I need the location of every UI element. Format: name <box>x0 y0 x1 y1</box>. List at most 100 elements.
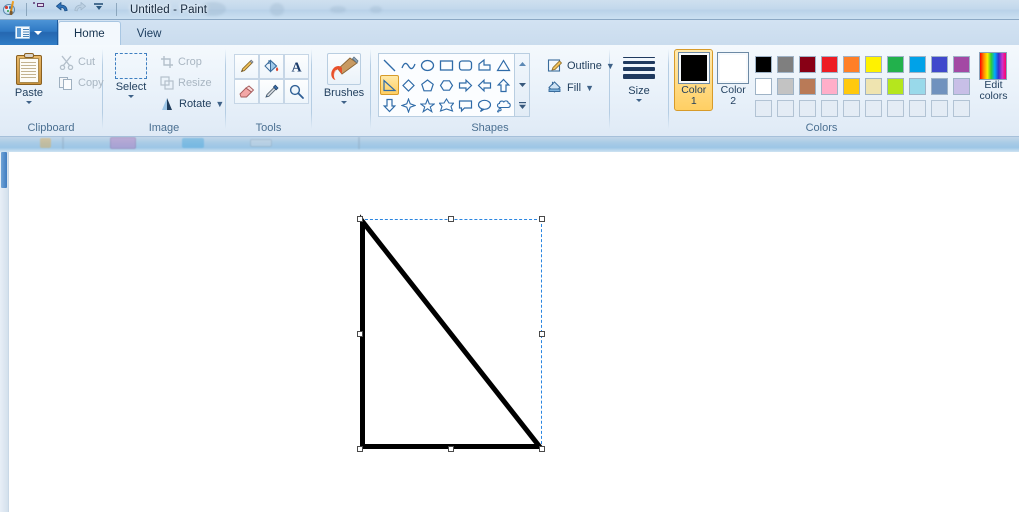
oval-shape[interactable] <box>418 55 437 75</box>
color-palette <box>753 53 973 119</box>
line-shape[interactable] <box>380 55 399 75</box>
down-arrow-shape[interactable] <box>380 95 399 115</box>
crop-button[interactable]: Crop <box>155 52 229 72</box>
paste-button[interactable]: Paste <box>6 50 52 107</box>
group-label-clipboard: Clipboard <box>27 122 75 134</box>
right-triangle-shape[interactable] <box>380 75 399 95</box>
size-button[interactable]: Size <box>615 50 663 105</box>
palette-swatch-r2-c5[interactable] <box>841 75 863 97</box>
palette-swatch-r3-c5[interactable] <box>841 97 863 119</box>
polygon-shape[interactable] <box>475 55 494 75</box>
five-point-star-shape[interactable] <box>418 95 437 115</box>
left-arrow-shape[interactable] <box>475 75 494 95</box>
palette-swatch-r1-c10[interactable] <box>951 53 973 75</box>
fill-tool[interactable] <box>259 54 284 79</box>
palette-swatch-r2-c8[interactable] <box>907 75 929 97</box>
palette-swatch-r1-c8[interactable] <box>907 53 929 75</box>
palette-swatch-r2-c10[interactable] <box>951 75 973 97</box>
select-button[interactable]: Select <box>108 50 154 101</box>
four-point-star-shape[interactable] <box>399 95 418 115</box>
customize-qat-icon[interactable] <box>93 1 110 18</box>
resize-button[interactable]: Resize <box>155 73 229 93</box>
palette-swatch-r2-c3[interactable] <box>797 75 819 97</box>
hexagon-shape[interactable] <box>437 75 456 95</box>
rotate-button[interactable]: Rotate ▼ <box>155 94 229 114</box>
resize-handle-nw[interactable] <box>357 216 363 222</box>
palette-swatch-r1-c6[interactable] <box>863 53 885 75</box>
palette-swatch-r1-c9[interactable] <box>929 53 951 75</box>
resize-handle-n[interactable] <box>448 216 454 222</box>
palette-swatch-r2-c6[interactable] <box>863 75 885 97</box>
copy-button[interactable]: Copy <box>54 73 109 93</box>
palette-swatch-r1-c7[interactable] <box>885 53 907 75</box>
palette-swatch-r3-c10[interactable] <box>951 97 973 119</box>
save-icon[interactable] <box>33 1 50 18</box>
up-arrow-shape[interactable] <box>494 75 513 95</box>
rounded-callout-shape[interactable] <box>456 95 475 115</box>
cut-label: Cut <box>78 56 96 68</box>
pentagon-shape[interactable] <box>418 75 437 95</box>
gallery-scroll-up-button[interactable] <box>515 54 529 75</box>
rectangle-shape[interactable] <box>437 55 456 75</box>
color1-button[interactable]: Color 1 <box>674 49 714 111</box>
palette-swatch-r2-c9[interactable] <box>929 75 951 97</box>
resize-handle-e[interactable] <box>539 331 545 337</box>
resize-handle-sw[interactable] <box>357 446 363 452</box>
gallery-scroll-down-button[interactable] <box>515 75 529 96</box>
brushes-button[interactable]: Brushes <box>318 50 370 107</box>
triangle-shape[interactable] <box>494 55 513 75</box>
palette-swatch-r1-c5[interactable] <box>841 53 863 75</box>
magnifier-tool[interactable] <box>284 79 309 104</box>
resize-handle-se[interactable] <box>539 446 545 452</box>
drawing-canvas[interactable] <box>10 152 1019 512</box>
glass-reflection <box>330 6 346 13</box>
pencil-tool[interactable] <box>234 54 259 79</box>
resize-handle-ne[interactable] <box>539 216 545 222</box>
rounded-rectangle-shape[interactable] <box>456 55 475 75</box>
undo-icon[interactable] <box>53 1 70 18</box>
palette-swatch-r3-c3[interactable] <box>797 97 819 119</box>
fill-button[interactable]: Fill ▼ <box>542 78 620 98</box>
palette-swatch-r1-c2[interactable] <box>775 53 797 75</box>
shapes-gallery-scrollbar[interactable] <box>515 53 530 117</box>
fill-label: Fill <box>567 82 582 94</box>
diamond-shape[interactable] <box>399 75 418 95</box>
color-picker-tool[interactable] <box>259 79 284 104</box>
right-triangle-selection[interactable] <box>357 214 545 452</box>
palette-swatch-r3-c8[interactable] <box>907 97 929 119</box>
palette-swatch-r3-c4[interactable] <box>819 97 841 119</box>
resize-handle-w[interactable] <box>357 331 363 337</box>
palette-swatch-r2-c4[interactable] <box>819 75 841 97</box>
resize-handle-s[interactable] <box>448 446 454 452</box>
tab-home[interactable]: Home <box>58 21 121 45</box>
palette-swatch-r2-c7[interactable] <box>885 75 907 97</box>
curve-shape[interactable] <box>399 55 418 75</box>
gallery-more-button[interactable] <box>515 95 529 116</box>
left-scroll-rail[interactable] <box>0 152 9 512</box>
color1-index: 1 <box>690 95 697 107</box>
paint-menu-button[interactable] <box>0 20 58 45</box>
palette-swatch-r1-c4[interactable] <box>819 53 841 75</box>
color2-button[interactable]: Color 2 <box>713 49 752 111</box>
text-tool[interactable]: A <box>284 54 309 79</box>
palette-swatch-r3-c6[interactable] <box>863 97 885 119</box>
palette-swatch-r3-c9[interactable] <box>929 97 951 119</box>
palette-swatch-r2-c2[interactable] <box>775 75 797 97</box>
palette-swatch-r1-c3[interactable] <box>797 53 819 75</box>
outline-button[interactable]: Outline ▼ <box>542 56 620 76</box>
oval-callout-shape[interactable] <box>475 95 494 115</box>
cloud-callout-shape[interactable] <box>494 95 513 115</box>
palette-swatch-r2-c1[interactable] <box>753 75 775 97</box>
scroll-thumb[interactable] <box>1 152 7 188</box>
edit-colors-button[interactable]: Edit colors <box>973 49 1014 105</box>
eraser-tool[interactable] <box>234 79 259 104</box>
palette-swatch-r3-c2[interactable] <box>775 97 797 119</box>
right-arrow-shape[interactable] <box>456 75 475 95</box>
palette-swatch-r1-c1[interactable] <box>753 53 775 75</box>
cut-button[interactable]: Cut <box>54 52 109 72</box>
palette-swatch-r3-c7[interactable] <box>885 97 907 119</box>
tab-view[interactable]: View <box>121 21 178 45</box>
palette-swatch-r3-c1[interactable] <box>753 97 775 119</box>
paint-app-icon[interactable] <box>3 0 20 18</box>
six-point-star-shape[interactable] <box>437 95 456 115</box>
